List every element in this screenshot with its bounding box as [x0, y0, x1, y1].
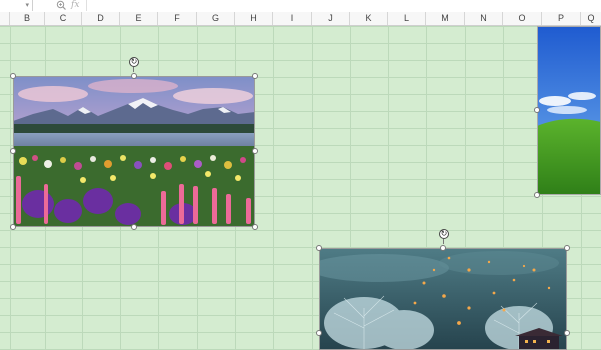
resize-handle[interactable] — [131, 73, 137, 79]
fx-label[interactable]: fx — [71, 0, 79, 11]
column-header[interactable]: K — [350, 12, 388, 25]
column-header-row: B C D E F G H I J K L M N O P Q — [0, 12, 601, 26]
column-header[interactable]: L — [388, 12, 426, 25]
resize-handle[interactable] — [316, 245, 322, 251]
column-header[interactable]: M — [426, 12, 465, 25]
resize-handle[interactable] — [564, 330, 570, 336]
column-header[interactable]: B — [10, 12, 45, 25]
rotate-handle-icon[interactable]: ↻ — [129, 57, 139, 67]
resize-handle[interactable] — [10, 73, 16, 79]
column-header[interactable]: E — [120, 12, 158, 25]
resize-handle[interactable] — [252, 224, 258, 230]
mountain-lake-flowers-picture[interactable] — [13, 76, 255, 227]
resize-handle[interactable] — [10, 224, 16, 230]
resize-handle[interactable] — [131, 224, 137, 230]
rotate-handle-icon[interactable]: ↻ — [439, 229, 449, 239]
column-header[interactable]: P — [542, 12, 581, 25]
zoom-icon[interactable] — [56, 0, 67, 11]
resize-handle[interactable] — [564, 245, 570, 251]
name-box[interactable]: ▾ — [0, 0, 33, 11]
column-header[interactable]: Q — [581, 12, 601, 25]
resize-handle[interactable] — [440, 245, 446, 251]
grid-line — [273, 26, 274, 350]
column-header[interactable]: H — [235, 12, 273, 25]
column-header[interactable]: I — [273, 12, 312, 25]
lanterns-frosted-trees-image — [319, 248, 567, 350]
grid-line — [312, 26, 313, 350]
resize-handle[interactable] — [534, 107, 540, 113]
green-hill-sky-picture[interactable] — [537, 26, 601, 195]
lanterns-frosted-trees-picture[interactable] — [319, 248, 567, 350]
mountain-lake-flowers-image — [13, 76, 255, 227]
formula-input[interactable] — [86, 0, 601, 11]
column-header[interactable]: D — [82, 12, 120, 25]
rotation-stem — [133, 67, 134, 72]
rotation-stem — [443, 239, 444, 244]
resize-handle[interactable] — [10, 148, 16, 154]
resize-handle[interactable] — [252, 73, 258, 79]
column-header-a[interactable] — [0, 12, 10, 25]
resize-handle[interactable] — [252, 148, 258, 154]
column-header[interactable]: J — [312, 12, 350, 25]
column-header[interactable]: O — [503, 12, 542, 25]
resize-handle[interactable] — [316, 330, 322, 336]
column-header[interactable]: F — [158, 12, 197, 25]
column-header[interactable]: C — [45, 12, 82, 25]
resize-handle[interactable] — [534, 192, 540, 198]
column-header[interactable]: G — [197, 12, 235, 25]
column-header[interactable]: N — [465, 12, 503, 25]
chevron-down-icon[interactable]: ▾ — [25, 1, 29, 10]
green-hill-sky-image — [537, 26, 601, 195]
